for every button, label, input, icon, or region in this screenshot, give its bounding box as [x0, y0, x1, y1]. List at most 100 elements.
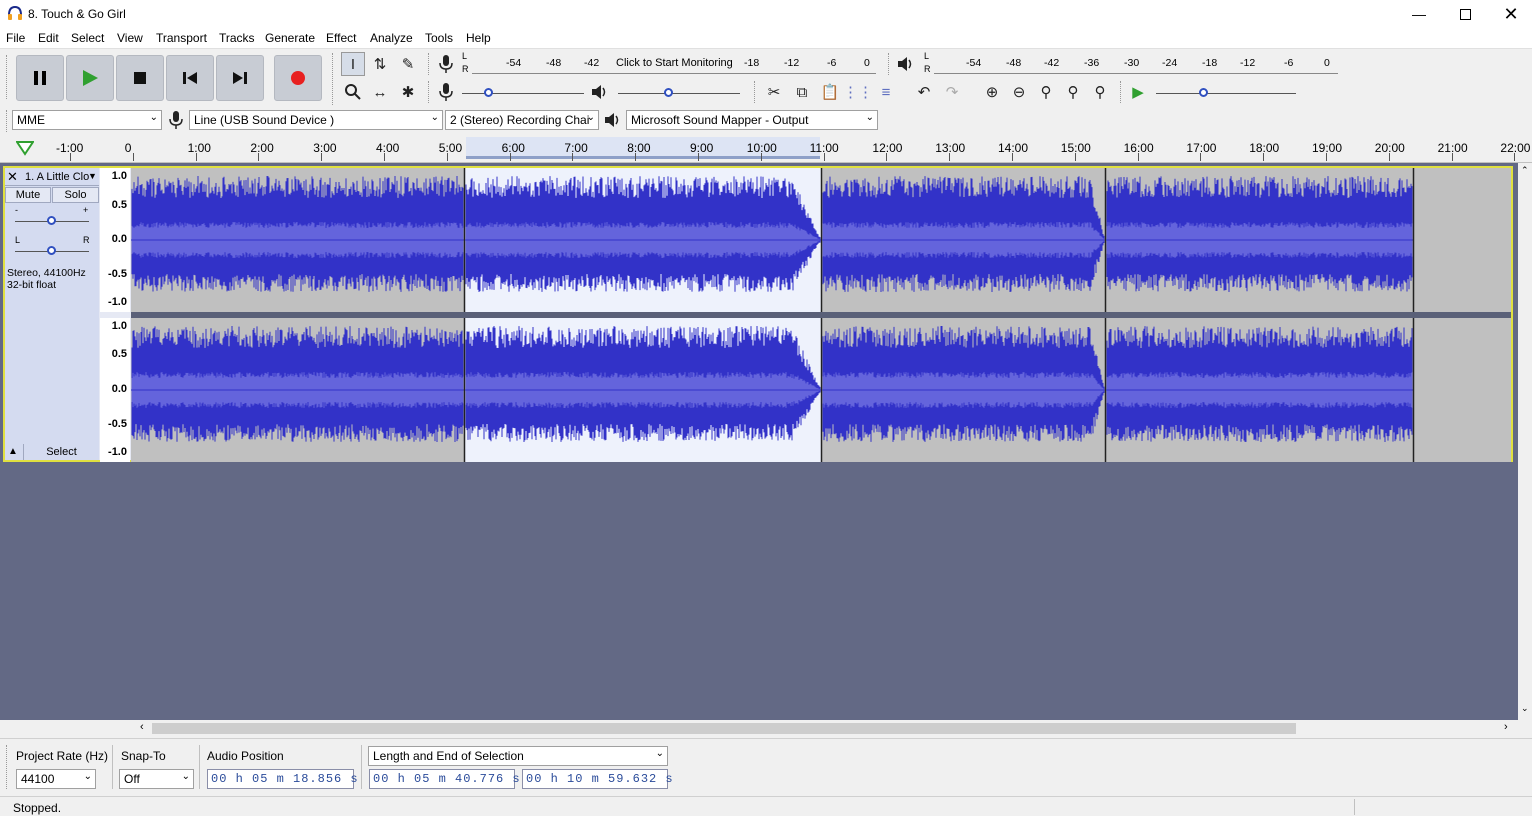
close-button[interactable]: ✕: [1488, 0, 1532, 28]
play-speed-slider[interactable]: [1156, 85, 1296, 101]
recording-meter[interactable]: -54 -48 -42 Click to Start Monitoring -1…: [472, 54, 876, 74]
fit-selection-button[interactable]: ⚲: [1034, 80, 1058, 104]
select-track-button[interactable]: Select: [23, 444, 99, 460]
recording-channels-select[interactable]: 2 (Stereo) Recording Chai ⌄: [445, 110, 599, 130]
selection-length-field[interactable]: 00 h 05 m 40.776 s: [369, 769, 520, 789]
microphone-icon: [169, 111, 183, 129]
mute-button[interactable]: Mute: [5, 187, 51, 203]
vertical-scrollbar[interactable]: ⌃ ⌄: [1518, 163, 1532, 720]
menu-transport[interactable]: Transport: [156, 31, 207, 45]
pause-button[interactable]: [16, 55, 64, 101]
audio-host-select[interactable]: MME ⌄: [12, 110, 162, 130]
toolbar-grip[interactable]: [888, 53, 891, 75]
menu-bar: File Edit Select View Transport Tracks G…: [0, 28, 1532, 48]
toolbar-grip[interactable]: [428, 81, 431, 103]
envelope-tool-button[interactable]: ⇅: [368, 52, 392, 76]
start-monitoring-label[interactable]: Click to Start Monitoring: [616, 57, 733, 69]
separator: [112, 745, 113, 789]
zoom-in-button[interactable]: ⊕: [980, 80, 1004, 104]
draw-tool-button[interactable]: ✎: [396, 52, 420, 76]
undo-button[interactable]: ↶: [912, 80, 936, 104]
menu-select[interactable]: Select: [71, 31, 104, 45]
cut-button[interactable]: ✂: [762, 80, 786, 104]
selection-end-field[interactable]: 00 h 10 m 59.632 s: [522, 769, 673, 789]
title-bar: 8. Touch & Go Girl — ✕: [0, 0, 1532, 28]
scroll-down-icon[interactable]: ⌄: [1521, 703, 1529, 714]
menu-tools[interactable]: Tools: [425, 31, 453, 45]
silence-button[interactable]: ≡: [874, 80, 898, 104]
paste-button[interactable]: 📋: [818, 80, 842, 104]
recording-device-select[interactable]: Line (USB Sound Device ) ⌄: [189, 110, 443, 130]
solo-button[interactable]: Solo: [52, 187, 99, 203]
skip-to-end-button[interactable]: [216, 55, 264, 101]
play-button[interactable]: [66, 55, 114, 101]
time-shift-tool-button[interactable]: ↔: [368, 80, 392, 104]
selection-mode-select[interactable]: Length and End of Selection ⌄: [368, 746, 668, 766]
horizontal-scrollbar[interactable]: ‹ ›: [136, 720, 1518, 737]
recording-volume-icon: [439, 83, 453, 101]
maximize-button[interactable]: [1442, 0, 1488, 28]
snap-to-select[interactable]: Off ⌄: [119, 769, 194, 789]
toolbar-grip[interactable]: [754, 81, 757, 103]
ruler-tick-label: 16:00: [1123, 141, 1154, 155]
menu-file[interactable]: File: [6, 31, 25, 45]
menu-effect[interactable]: Effect: [326, 31, 356, 45]
right-channel-waveform[interactable]: [131, 318, 1511, 462]
record-button[interactable]: [274, 55, 322, 101]
asterisk-icon: ✱: [401, 84, 415, 101]
horizontal-scroll-thumb[interactable]: [152, 723, 1296, 734]
skip-to-start-button[interactable]: [166, 55, 214, 101]
menu-edit[interactable]: Edit: [38, 31, 59, 45]
envelope-icon: ⇅: [373, 56, 387, 73]
track-close-button[interactable]: ✕: [7, 169, 18, 185]
toolbar-grip[interactable]: [6, 55, 9, 99]
scroll-left-icon[interactable]: ‹: [140, 721, 144, 733]
minimize-button[interactable]: —: [1396, 0, 1442, 28]
scroll-up-icon[interactable]: ⌃: [1521, 165, 1529, 176]
recording-volume-slider[interactable]: [462, 85, 584, 101]
fit-project-button[interactable]: ⚲: [1061, 80, 1085, 104]
ruler-tick-label: 5:00: [438, 141, 463, 155]
track-menu-button[interactable]: 1. A Little Clo: [25, 171, 89, 183]
double-arrow-icon: ↔: [372, 83, 388, 101]
copy-button[interactable]: ⧉: [790, 80, 814, 104]
ruler-tick-mark: [886, 153, 888, 161]
menu-tracks[interactable]: Tracks: [219, 31, 255, 45]
playback-device-select[interactable]: Microsoft Sound Mapper - Output ⌄: [626, 110, 878, 130]
toolbar-grip[interactable]: [6, 110, 9, 132]
track-menu-arrow-icon[interactable]: ▼: [88, 171, 97, 181]
menu-view[interactable]: View: [117, 31, 143, 45]
ruler-tick-mark: [258, 153, 260, 161]
redo-button[interactable]: ↷: [940, 80, 964, 104]
zoom-out-button[interactable]: ⊖: [1007, 80, 1031, 104]
left-channel-waveform[interactable]: [131, 168, 1511, 312]
zoom-tool-button[interactable]: [341, 80, 365, 104]
toolbar-grip[interactable]: [1120, 81, 1123, 103]
pan-slider[interactable]: [15, 243, 89, 259]
play-at-speed-button[interactable]: ▶: [1126, 80, 1150, 104]
gain-slider[interactable]: [15, 213, 89, 229]
toolbar-grip[interactable]: [6, 745, 9, 789]
project-rate-select[interactable]: 44100 ⌄: [16, 769, 96, 789]
stop-button[interactable]: [116, 55, 164, 101]
pinned-play-head-icon[interactable]: [16, 140, 34, 156]
trim-button[interactable]: ⋮⋮: [843, 80, 873, 104]
zoom-toggle-button[interactable]: ⚲: [1088, 80, 1112, 104]
multi-tool-button[interactable]: ✱: [396, 80, 420, 104]
menu-analyze[interactable]: Analyze: [370, 31, 413, 45]
playback-meter[interactable]: -54 -48 -42 -36 -30 -24 -18 -12 -6 0: [934, 54, 1338, 74]
scroll-right-icon[interactable]: ›: [1504, 721, 1508, 733]
selection-tool-button[interactable]: I: [341, 52, 365, 76]
toolbar-grip[interactable]: [332, 53, 335, 105]
scrollbar-spacer: [0, 720, 136, 737]
toolbar-grip[interactable]: [428, 53, 431, 75]
selection-toolbar: Project Rate (Hz) 44100 ⌄ Snap-To Off ⌄ Au…: [0, 738, 1532, 794]
ruler-tick-mark: [132, 153, 134, 161]
snap-to-label: Snap-To: [121, 749, 166, 763]
timeline-ruler[interactable]: -1:00 0 1:00 2:00 3:00 4:00 5:00 6:00 7:00 8:00 9:…: [0, 133, 1532, 163]
audio-position-field[interactable]: 00 h 05 m 18.856 s: [207, 769, 358, 789]
menu-generate[interactable]: Generate: [265, 31, 315, 45]
collapse-track-button[interactable]: ▲: [8, 446, 18, 457]
playback-volume-slider[interactable]: [618, 85, 740, 101]
menu-help[interactable]: Help: [466, 31, 491, 45]
